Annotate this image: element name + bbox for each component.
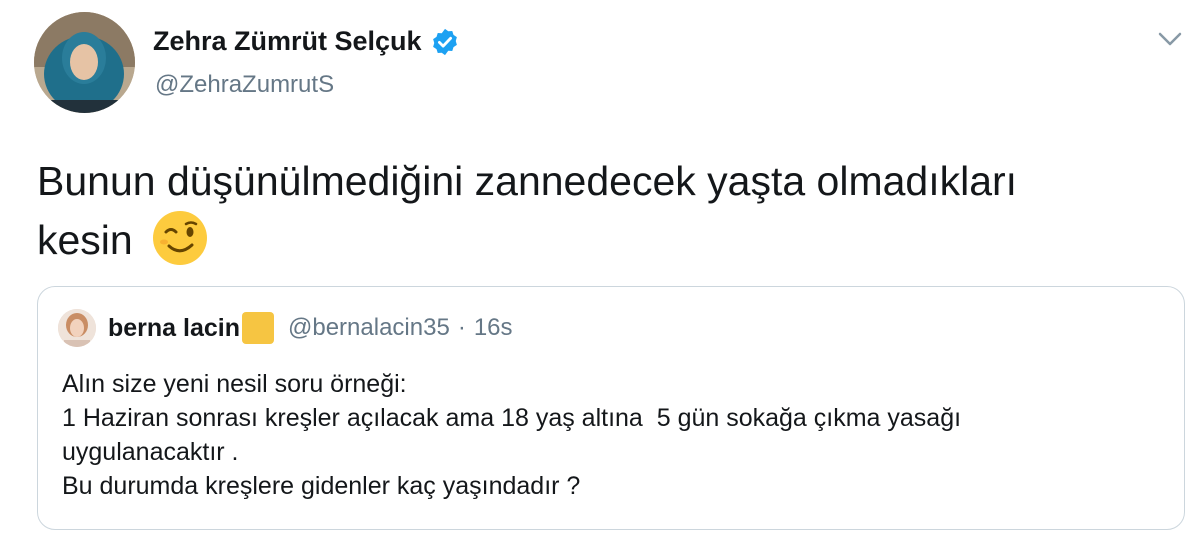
profile-photo-icon [58, 309, 96, 347]
quoted-author-avatar[interactable] [58, 309, 96, 347]
quoted-text-line: Bu durumda kreşlere gidenler kaç yaşında… [62, 472, 581, 500]
quoted-tweet-header: berna lacin @bernalacin35 · 16s [58, 309, 513, 347]
quoted-author-handle[interactable]: @bernalacin35 [288, 314, 450, 342]
quoted-tweet-text: Alın size yeni nesil soru örneği: 1 Hazi… [62, 367, 1162, 503]
chevron-down-icon[interactable] [1157, 30, 1183, 48]
tweet-text-line: kesin [37, 217, 133, 263]
quoted-text-line: Alın size yeni nesil soru örneği: [62, 370, 407, 398]
author-name-row: Zehra Zümrüt Selçuk [153, 26, 460, 57]
author-name[interactable]: Zehra Zümrüt Selçuk [153, 26, 422, 57]
quoted-text-line: uygulanacaktır . [62, 438, 239, 466]
author-avatar[interactable] [34, 12, 135, 113]
quoted-author-name[interactable]: berna lacin [108, 314, 240, 343]
verified-badge-icon [432, 28, 457, 55]
profile-photo-icon [34, 12, 135, 113]
separator-dot: · [457, 314, 466, 341]
tweet-text-line: Bunun düşünülmediğini zannedecek yaşta o… [37, 158, 1018, 204]
tweet-text: Bunun düşünülmediğini zannedecek yaşta o… [37, 152, 1157, 269]
quoted-tweet[interactable]: berna lacin @bernalacin35 · 16s Alın siz… [37, 286, 1185, 530]
quoted-tweet-time[interactable]: 16s [474, 314, 513, 342]
quoted-text-line: 1 Haziran sonrası kreşler açılacak ama 1… [62, 404, 962, 432]
winking-face-icon [153, 211, 208, 265]
author-handle[interactable]: @ZehraZumrutS [155, 71, 334, 99]
tweet-card: Zehra Zümrüt Selçuk @ZehraZumrutS Bunun … [0, 0, 1200, 547]
yellow-square-icon [242, 312, 274, 344]
